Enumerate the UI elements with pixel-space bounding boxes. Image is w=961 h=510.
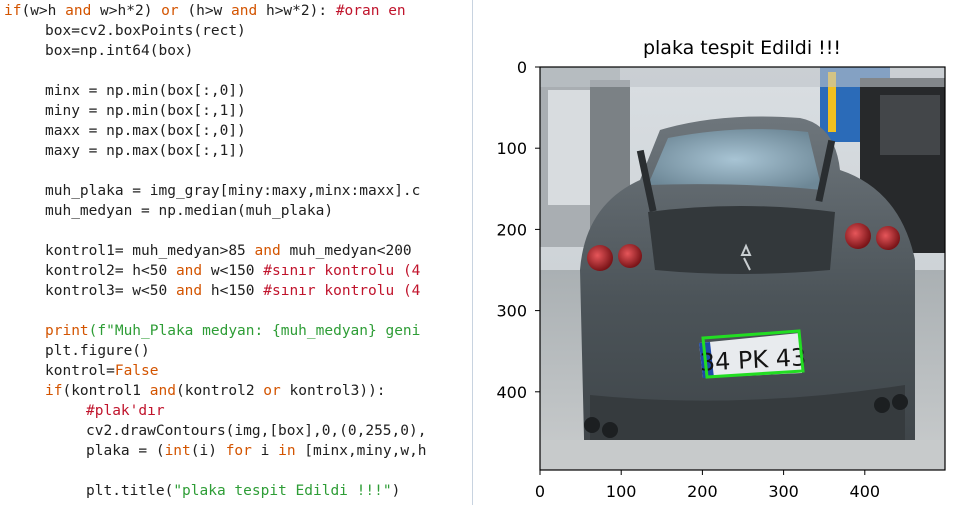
code-token: and — [175, 263, 203, 279]
code-token: kontrol2= h<50 — [45, 263, 176, 279]
code-token: cv2.drawContours(img,[box],0,(0,255,0), — [86, 423, 427, 439]
code-token: print — [45, 323, 89, 339]
code-token: muh_medyan = np.median(muh_plaka) — [45, 203, 334, 219]
code-token: kontrol1= muh_medyan>85 — [45, 243, 255, 259]
code-token: or — [161, 3, 179, 19]
y-tick-label: 0 — [517, 58, 527, 77]
code-token: muh_plaka = img_gray[miny:maxy,minx:maxx… — [45, 183, 421, 199]
code-token: plt.title( — [86, 483, 174, 499]
code-token: #sınır kontrolu (4 — [263, 283, 421, 299]
code-token: #oran en — [335, 3, 406, 19]
code-token: w>h*2) — [91, 3, 162, 19]
code-line[interactable]: kontrol2= h<50 and w<150 #sınır kontrolu… — [45, 261, 420, 281]
code-token: #plak'dır — [86, 403, 165, 419]
code-token: or — [263, 383, 281, 399]
plot-svg: plaka tespit Edildi !!! 34 PK 43 0 100 2… — [496, 37, 946, 501]
code-token: [minx,miny,w,h — [295, 443, 427, 459]
x-tick-label: 300 — [768, 482, 799, 501]
code-token: miny = np.min(box[:,1]) — [45, 103, 246, 119]
code-token: False — [114, 363, 159, 379]
code-token: (kontrol1 — [62, 383, 150, 399]
code-token: i — [251, 443, 279, 459]
code-line[interactable]: miny = np.min(box[:,1]) — [45, 101, 246, 121]
code-line[interactable]: plt.figure() — [45, 341, 150, 361]
code-token: box=cv2.boxPoints(rect) — [45, 23, 246, 39]
code-line[interactable]: plaka = (int(i) for i in [minx,miny,w,h — [86, 441, 427, 461]
code-line[interactable]: kontrol=False — [45, 361, 159, 381]
code-token: kontrol3)): — [280, 383, 386, 399]
code-token: int — [164, 443, 191, 459]
code-token: "plaka tespit Edildi !!!" — [173, 483, 392, 499]
x-tick-label: 100 — [606, 482, 637, 501]
code-token: plaka = ( — [86, 443, 165, 459]
code-token: and — [231, 3, 258, 19]
y-axis: 0 100 200 300 400 — [496, 58, 540, 402]
code-token: box=np.int64(box) — [45, 43, 194, 59]
code-line[interactable]: box=np.int64(box) — [45, 41, 193, 61]
code-token: #sınır kontrolu (4 — [263, 263, 421, 279]
code-token: h<150 — [202, 283, 264, 299]
plot-figure: plaka tespit Edildi !!! 34 PK 43 0 100 2… — [474, 0, 961, 505]
code-token: and — [149, 383, 176, 399]
code-line[interactable]: if(kontrol1 and(kontrol2 or kontrol3)): — [45, 381, 386, 401]
code-token: ) — [391, 483, 401, 499]
license-plate: 34 PK 43 — [699, 329, 807, 379]
x-tick-label: 400 — [850, 482, 881, 501]
code-token: kontrol3= w<50 — [45, 283, 176, 299]
code-line[interactable]: maxx = np.max(box[:,0]) — [45, 121, 246, 141]
y-tick-label: 200 — [496, 220, 527, 239]
code-line[interactable]: kontrol3= w<50 and h<150 #sınır kontrolu… — [45, 281, 420, 301]
code-token: if — [4, 3, 22, 19]
code-line[interactable]: maxy = np.max(box[:,1]) — [45, 141, 246, 161]
code-token: (w>h — [21, 3, 66, 19]
y-tick-label: 100 — [496, 139, 527, 158]
code-token: and — [254, 243, 281, 259]
code-token: plt.figure() — [45, 343, 150, 359]
code-token: if — [45, 383, 63, 399]
code-token: for — [225, 443, 252, 459]
code-line[interactable]: muh_plaka = img_gray[miny:maxy,minx:maxx… — [45, 181, 420, 201]
code-line[interactable]: muh_medyan = np.median(muh_plaka) — [45, 201, 333, 221]
y-tick-label: 300 — [496, 302, 527, 321]
code-token: (h>w — [178, 3, 232, 19]
code-editor[interactable]: if(w>h and w>h*2) or (h>w and h>w*2): #o… — [0, 0, 473, 505]
code-line[interactable]: plt.title("plaka tespit Edildi !!!") — [86, 481, 400, 501]
code-token: in — [278, 443, 296, 459]
code-token: and — [175, 283, 203, 299]
plot-title: plaka tespit Edildi !!! — [643, 37, 841, 59]
code-token: minx = np.min(box[:,0]) — [45, 83, 246, 99]
code-token: kontrol= — [45, 363, 115, 379]
code-line[interactable]: minx = np.min(box[:,0]) — [45, 81, 246, 101]
y-tick-label: 400 — [496, 383, 527, 402]
code-line[interactable]: #plak'dır — [86, 401, 165, 421]
code-token: (kontrol2 — [175, 383, 264, 399]
code-token: maxy = np.max(box[:,1]) — [45, 143, 246, 159]
car-photo: 34 PK 43 — [540, 67, 945, 470]
code-line[interactable]: box=cv2.boxPoints(rect) — [45, 21, 246, 41]
x-tick-label: 0 — [535, 482, 545, 501]
x-tick-label: 200 — [687, 482, 718, 501]
code-line[interactable]: cv2.drawContours(img,[box],0,(0,255,0), — [86, 421, 426, 441]
x-axis: 0 100 200 300 400 — [535, 470, 880, 501]
code-token: muh_medyan<200 — [280, 243, 412, 259]
code-line[interactable]: kontrol1= muh_medyan>85 and muh_medyan<2… — [45, 241, 412, 261]
code-token: h>w*2): — [257, 3, 336, 19]
code-token: w<150 — [202, 263, 264, 279]
code-token: maxx = np.max(box[:,0]) — [45, 123, 246, 139]
code-token: and — [65, 3, 92, 19]
code-token: (i) — [190, 443, 226, 459]
code-line[interactable]: if(w>h and w>h*2) or (h>w and h>w*2): #o… — [4, 1, 406, 21]
code-line[interactable]: print(f"Muh_Plaka medyan: {muh_medyan} g… — [45, 321, 420, 341]
code-token: (f"Muh_Plaka medyan: {muh_medyan} geni — [88, 323, 421, 339]
